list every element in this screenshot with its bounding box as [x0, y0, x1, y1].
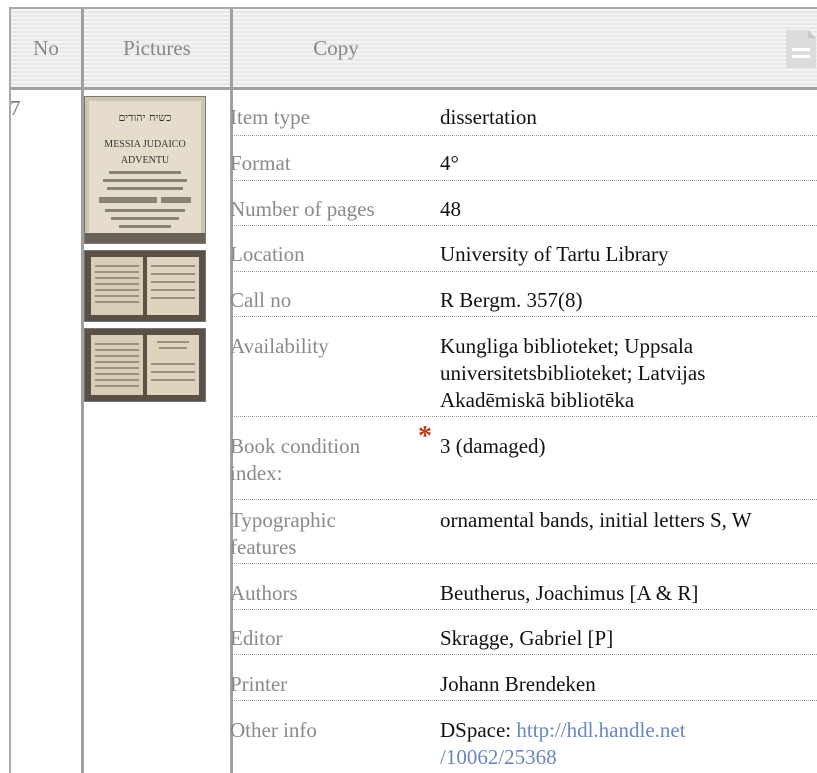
field-label-location: Location [230, 242, 305, 266]
thumbnail-hebrew-title: כשיח יהודים [118, 111, 171, 124]
header-copy: Copy [313, 35, 359, 60]
row-separator [230, 271, 817, 272]
field-value-other-info: DSpace: http://hdl.handle.net/10062/2536… [440, 717, 810, 771]
row-separator [230, 416, 817, 417]
header-pictures: Pictures [123, 35, 191, 60]
row-separator [230, 499, 817, 500]
field-value-format: 4° [440, 151, 459, 175]
field-value-location: University of Tartu Library [440, 242, 669, 266]
field-label-availability: Availability [230, 334, 329, 358]
field-label-typographic-features: Typographic features [230, 508, 336, 559]
field-label-format: Format [230, 151, 291, 175]
field-label-item-type: Item type [230, 105, 310, 129]
field-value-editor: Skragge, Gabriel [P] [440, 626, 614, 650]
field-value-book-condition-index: 3 (damaged) [440, 434, 546, 458]
field-value-authors: Beutherus, Joachimus [A & R] [440, 581, 699, 605]
thumbnail-list: כשיח יהודים MESSIA JUDAICO ADVENTU [84, 96, 206, 408]
field-value-typographic-features: ornamental bands, initial letters S, W [440, 508, 752, 532]
row-separator [230, 316, 817, 317]
row-number: 7 [10, 96, 21, 120]
row-separator [230, 180, 817, 181]
row-separator [230, 700, 817, 701]
title-page-thumbnail[interactable]: כשיח יהודים MESSIA JUDAICO ADVENTU [84, 96, 206, 244]
row-separator [230, 609, 817, 610]
dspace-link-line2: /10062/25368 [440, 745, 557, 769]
field-value-printer: Johann Brendeken [440, 672, 596, 696]
field-value-number-of-pages: 48 [440, 197, 461, 221]
field-label-call-no: Call no [230, 288, 292, 312]
open-book-thumbnail-1[interactable] [84, 250, 206, 322]
dspace-link-line1: http://hdl.handle.net [516, 718, 686, 742]
header-no: No [33, 35, 59, 60]
field-label-printer: Printer [230, 672, 288, 696]
field-value-call-no: R Bergm. 357(8) [440, 288, 583, 312]
dspace-prefix: DSpace: [440, 718, 517, 742]
thumbnail-latin-title: MESSIA JUDAICO [104, 139, 185, 150]
required-marker: * [418, 421, 432, 452]
row-separator [230, 563, 817, 564]
field-label-authors: Authors [230, 581, 298, 605]
field-value-item-type: dissertation [440, 105, 537, 129]
row-separator [230, 135, 817, 136]
document-icon[interactable] [784, 28, 817, 70]
field-label-other-info: Other info [230, 718, 317, 742]
thumbnail-latin-subtitle: ADVENTU [121, 155, 170, 166]
table-header: No Pictures Copy [11, 9, 817, 90]
row-separator [230, 225, 817, 226]
field-label-number-of-pages: Number of pages [230, 197, 375, 221]
field-label-editor: Editor [230, 626, 283, 650]
open-book-thumbnail-2[interactable] [84, 328, 206, 402]
row-separator [230, 654, 817, 655]
field-value-availability: Kungliga biblioteket; Uppsala universite… [440, 334, 706, 412]
field-label-book-condition-index: Book condition index: [230, 434, 361, 485]
